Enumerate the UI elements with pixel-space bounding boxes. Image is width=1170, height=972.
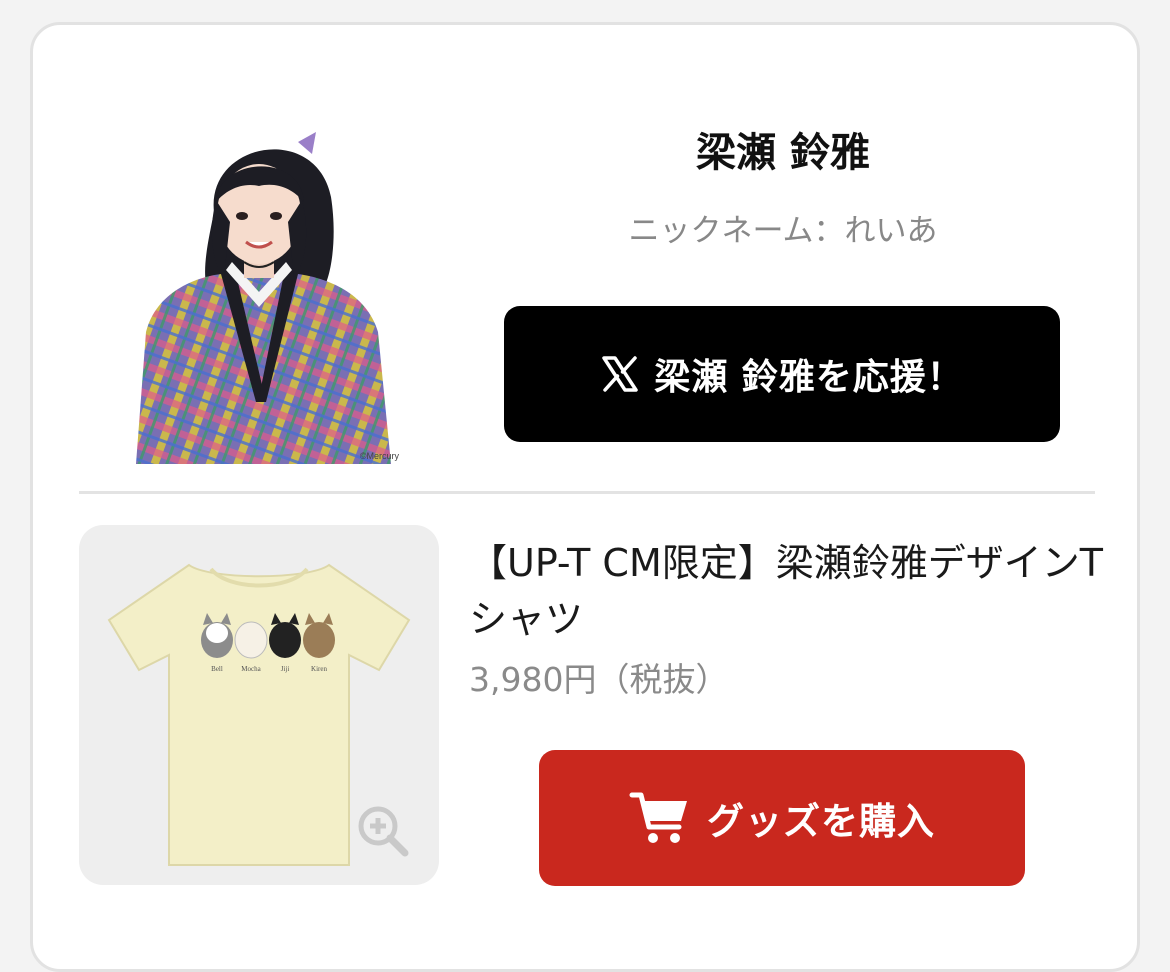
cart-icon bbox=[629, 792, 687, 843]
cheer-on-x-button[interactable]: 梁瀬 鈴雅を応援！ bbox=[504, 306, 1060, 442]
buy-button-label: グッズを購入 bbox=[707, 800, 935, 843]
cat-name-3: Jiji bbox=[281, 665, 290, 673]
zoom-in-icon[interactable] bbox=[355, 803, 411, 859]
product-title[interactable]: 【UP-T CM限定】梁瀬鈴雅デザインTシャツ bbox=[469, 535, 1109, 647]
member-name: 梁瀬 鈴雅 bbox=[696, 130, 870, 176]
member-nickname: ニックネーム：れいあ bbox=[628, 213, 938, 249]
section-divider bbox=[79, 491, 1095, 494]
member-photo: ©Mercury bbox=[116, 102, 403, 464]
product-image[interactable]: Bell Mocha Jiji Kiren bbox=[79, 525, 439, 885]
x-logo-icon bbox=[602, 356, 638, 392]
cat-name-2: Mocha bbox=[241, 665, 261, 673]
photo-credit: ©Mercury bbox=[359, 451, 399, 461]
cheer-button-label: 梁瀬 鈴雅を応援！ bbox=[654, 357, 964, 398]
product-price: 3,980円（税抜） bbox=[469, 660, 729, 699]
member-card: ©Mercury 梁瀬 鈴雅 ニックネーム：れいあ 梁瀬 鈴雅を応援！ Bell… bbox=[30, 22, 1140, 972]
cat-name-4: Kiren bbox=[311, 665, 327, 673]
member-portrait-image bbox=[136, 132, 391, 464]
buy-goods-button[interactable]: グッズを購入 bbox=[539, 750, 1025, 886]
cat-name-1: Bell bbox=[211, 665, 223, 673]
